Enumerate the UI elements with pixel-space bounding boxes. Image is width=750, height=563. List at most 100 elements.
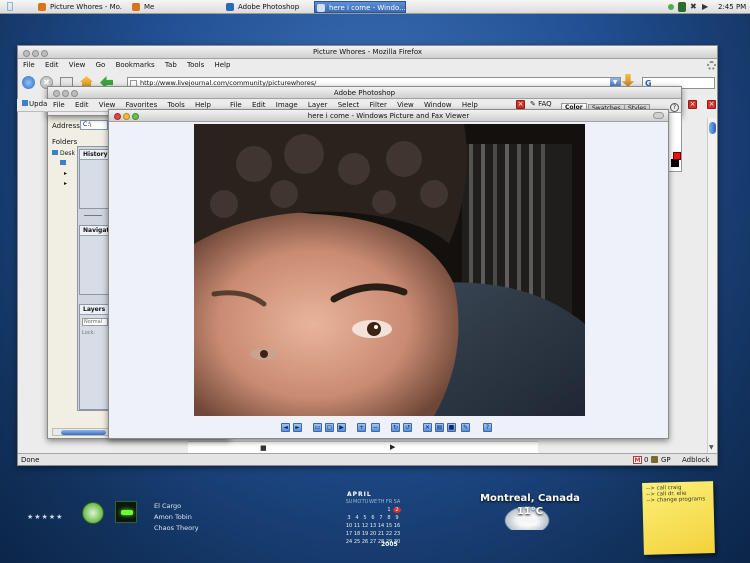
- close-button[interactable]: [23, 50, 30, 57]
- calendar-day[interactable]: 13: [369, 523, 377, 529]
- fg-color-swatch[interactable]: [671, 159, 679, 167]
- menu-select[interactable]: Select: [338, 101, 360, 109]
- calendar-day[interactable]: 12: [361, 523, 369, 529]
- menu-view[interactable]: View: [99, 101, 116, 109]
- apple-menu-icon[interactable]: : [7, 1, 17, 13]
- print-icon[interactable]: ▤: [435, 423, 444, 432]
- slideshow-icon[interactable]: ▶: [337, 423, 346, 432]
- gmail-icon[interactable]: M: [633, 456, 642, 464]
- bg-color-swatch[interactable]: [673, 152, 681, 160]
- resize-pill[interactable]: [653, 112, 664, 119]
- tree-item-desktop[interactable]: Desk: [52, 150, 80, 160]
- zoom-in-icon[interactable]: +: [357, 423, 366, 432]
- task-picture-viewer[interactable]: here i come - Windo...: [314, 1, 406, 13]
- calendar-day[interactable]: 11: [353, 523, 361, 529]
- menu-file[interactable]: File: [53, 101, 65, 109]
- calendar-day[interactable]: 16: [393, 523, 401, 529]
- best-fit-icon[interactable]: ▭: [313, 423, 322, 432]
- tree-item-mycomputer[interactable]: [52, 160, 80, 170]
- calendar-day[interactable]: 20: [369, 531, 377, 537]
- calendar-day[interactable]: 9: [393, 515, 401, 521]
- minimize-button[interactable]: [123, 113, 130, 120]
- reload-icon[interactable]: [22, 76, 35, 89]
- navigator-header[interactable]: Navigat: [80, 226, 109, 236]
- menubar-clock[interactable]: 2:45 PM: [718, 1, 746, 13]
- close-icon[interactable]: ×: [707, 100, 716, 109]
- gp-icon[interactable]: [651, 456, 658, 463]
- help-icon[interactable]: ?: [483, 423, 492, 432]
- calendar-day[interactable]: 4: [353, 515, 361, 521]
- menu-filter[interactable]: Filter: [370, 101, 387, 109]
- menu-layer[interactable]: Layer: [308, 101, 328, 109]
- menu-view[interactable]: View: [397, 101, 414, 109]
- task-photoshop[interactable]: Adobe Photoshop: [224, 1, 310, 13]
- weather-more[interactable]: (more): [478, 521, 582, 528]
- calendar-day[interactable]: 1: [385, 507, 393, 513]
- menu-tools[interactable]: Tools: [167, 101, 184, 109]
- menu-view[interactable]: View: [69, 61, 86, 69]
- minimize-button[interactable]: [32, 50, 39, 57]
- menu-image[interactable]: Image: [276, 101, 298, 109]
- calendar-day[interactable]: 21: [377, 531, 385, 537]
- zoom-button[interactable]: [132, 113, 139, 120]
- help-icon[interactable]: ?: [670, 103, 679, 112]
- tree-item[interactable]: ▸: [52, 170, 80, 180]
- calendar-day[interactable]: 23: [393, 531, 401, 537]
- calendar-day[interactable]: 19: [361, 531, 369, 537]
- page-scrollbar[interactable]: ▼: [707, 118, 717, 453]
- calendar-day[interactable]: 7: [377, 515, 385, 521]
- menu-go[interactable]: Go: [96, 61, 106, 69]
- calendar-day[interactable]: 22: [385, 531, 393, 537]
- save-icon[interactable]: ■: [447, 423, 456, 432]
- menu-help[interactable]: Help: [195, 101, 211, 109]
- tree-item[interactable]: ▸: [52, 180, 80, 190]
- minimize-button[interactable]: [62, 90, 69, 97]
- delete-icon[interactable]: ✕: [423, 423, 432, 432]
- calendar-day[interactable]: 26: [361, 539, 369, 545]
- menu-tab[interactable]: Tab: [165, 61, 177, 69]
- menu-file[interactable]: File: [23, 61, 35, 69]
- menu-edit[interactable]: Edit: [75, 101, 89, 109]
- menu-help[interactable]: Help: [462, 101, 478, 109]
- calendar-day[interactable]: 3: [345, 515, 353, 521]
- layers-header[interactable]: Layers: [80, 305, 108, 315]
- menu-edit[interactable]: Edit: [252, 101, 266, 109]
- play-icon[interactable]: ▶: [390, 443, 395, 451]
- calendar-day[interactable]: 14: [377, 523, 385, 529]
- actual-size-icon[interactable]: ▢: [325, 423, 334, 432]
- calendar-day[interactable]: 17: [345, 531, 353, 537]
- rotate-cw-icon[interactable]: ↻: [391, 423, 400, 432]
- calendar-today[interactable]: 2: [393, 507, 401, 513]
- calendar-day[interactable]: 18: [353, 531, 361, 537]
- history-header[interactable]: History: [80, 150, 108, 160]
- task-me[interactable]: Me: [130, 1, 216, 13]
- calendar-day[interactable]: 10: [345, 523, 353, 529]
- sticky-note[interactable]: --> call craig --> call dr. elie --> cha…: [642, 481, 715, 555]
- volume-icon[interactable]: ▶: [702, 2, 711, 11]
- calendar-day[interactable]: 8: [385, 515, 393, 521]
- viewer-titlebar[interactable]: here i come - Windows Picture and Fax Vi…: [109, 110, 668, 122]
- calendar-day[interactable]: 27: [369, 539, 377, 545]
- itunes-icon[interactable]: [82, 502, 104, 524]
- close-button[interactable]: [53, 90, 60, 97]
- rating-stars[interactable]: ★★★★★: [27, 513, 63, 521]
- close-icon[interactable]: ✖: [690, 2, 699, 11]
- menu-window[interactable]: Window: [424, 101, 452, 109]
- next-icon[interactable]: ►: [293, 423, 302, 432]
- menu-bookmarks[interactable]: Bookmarks: [116, 61, 155, 69]
- close-icon[interactable]: ×: [516, 100, 525, 109]
- calendar-day[interactable]: 6: [369, 515, 377, 521]
- explorer-hscrollbar[interactable]: [52, 428, 112, 436]
- firefox-titlebar[interactable]: Picture Whores - Mozilla Firefox: [18, 46, 717, 59]
- rotate-ccw-icon[interactable]: ↺: [403, 423, 412, 432]
- calendar-day[interactable]: 5: [361, 515, 369, 521]
- blend-mode-select[interactable]: Normal: [82, 318, 108, 326]
- faq-link[interactable]: ✎ FAQ: [530, 100, 552, 108]
- menu-tools[interactable]: Tools: [187, 61, 204, 69]
- calendar-day[interactable]: 25: [353, 539, 361, 545]
- calendar-day[interactable]: 24: [345, 539, 353, 545]
- task-firefox[interactable]: Picture Whores - Mo...: [36, 1, 122, 13]
- scroll-thumb[interactable]: [709, 122, 716, 134]
- shield-icon[interactable]: [678, 2, 686, 12]
- close-button[interactable]: [114, 113, 121, 120]
